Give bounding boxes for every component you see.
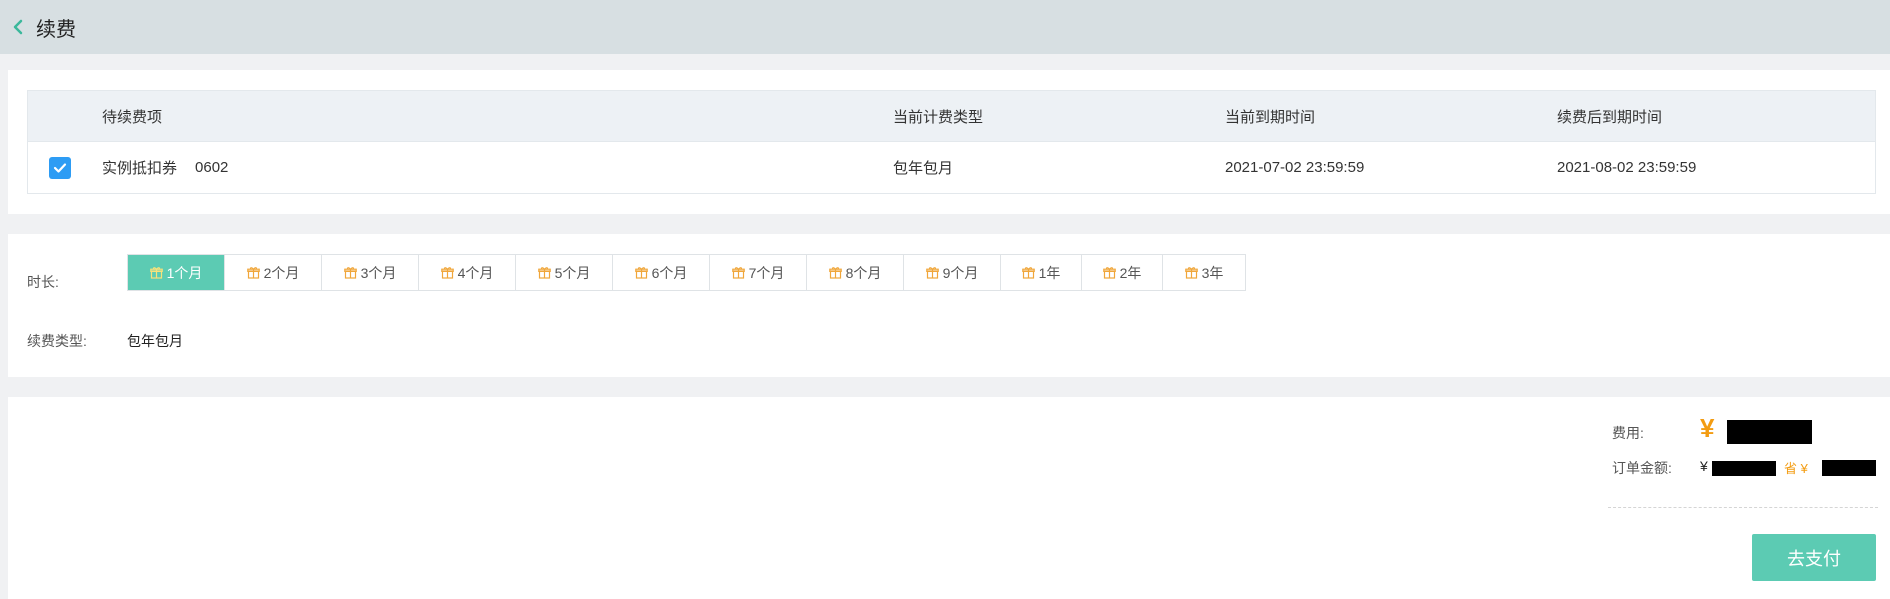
duration-option-label: 2年 — [1119, 264, 1142, 281]
gift-icon — [925, 266, 939, 279]
gift-icon — [1102, 266, 1116, 279]
duration-panel: 时长: 1个月 2个月 3个月 4个月 5个月 6个月 7个月 8个月 9个月 1年 2年 3年 续费… — [8, 234, 1890, 377]
item-name: 实例抵扣券 — [102, 160, 178, 177]
pay-button[interactable]: 去支付 — [1752, 534, 1876, 581]
gift-icon — [731, 266, 745, 279]
duration-option[interactable]: 2年 — [1082, 255, 1163, 290]
renewal-items-panel: 待续费项 当前计费类型 当前到期时间 续费后到期时间 实例抵扣券 0602 包年… — [8, 70, 1890, 214]
column-header-item: 待续费项 — [102, 108, 163, 126]
savings-text: 省 ¥ — [1784, 458, 1808, 477]
duration-option-label: 9个月 — [942, 264, 979, 281]
column-header-billing-type: 当前计费类型 — [893, 108, 984, 126]
fee-amount-redacted — [1727, 420, 1812, 444]
gift-icon — [1184, 266, 1198, 279]
order-amount-redacted — [1712, 461, 1776, 476]
savings-prefix: 省 ¥ — [1784, 461, 1808, 476]
divider — [1608, 507, 1878, 508]
duration-option-label: 2个月 — [263, 264, 300, 281]
duration-option-label: 1年 — [1038, 264, 1061, 281]
order-amount-label: 订单金额: — [1612, 460, 1672, 476]
duration-option[interactable]: 9个月 — [904, 255, 1001, 290]
current-expiry-cell: 2021-07-02 23:59:59 — [1225, 159, 1365, 176]
gift-icon — [537, 266, 551, 279]
duration-option[interactable]: 3年 — [1163, 255, 1245, 290]
duration-label: 时长: — [27, 274, 59, 290]
duration-option-label: 5个月 — [554, 264, 591, 281]
gift-icon — [440, 266, 454, 279]
fee-label: 费用: — [1612, 425, 1644, 441]
gift-icon — [246, 266, 260, 279]
duration-option[interactable]: 1个月 — [128, 255, 225, 290]
table-header: 待续费项 当前计费类型 当前到期时间 续费后到期时间 — [28, 91, 1875, 142]
duration-option-label: 8个月 — [845, 264, 882, 281]
duration-option[interactable]: 8个月 — [807, 255, 904, 290]
renew-type-label: 续费类型: — [27, 333, 87, 349]
payment-panel: 费用: ¥ 订单金额: ¥ 省 ¥ 去支付 — [8, 397, 1890, 599]
gift-icon — [828, 266, 842, 279]
duration-option[interactable]: 1年 — [1001, 255, 1082, 290]
duration-option[interactable]: 4个月 — [419, 255, 516, 290]
billing-type-cell: 包年包月 — [893, 160, 954, 177]
duration-option[interactable]: 3个月 — [322, 255, 419, 290]
gift-icon — [343, 266, 357, 279]
back-button[interactable] — [0, 0, 24, 54]
gift-icon — [149, 266, 163, 279]
renew-type-value: 包年包月 — [127, 333, 183, 349]
gift-icon — [634, 266, 648, 279]
column-header-current-expiry: 当前到期时间 — [1225, 108, 1316, 126]
duration-option[interactable]: 6个月 — [613, 255, 710, 290]
duration-option-label: 6个月 — [651, 264, 688, 281]
savings-amount-redacted — [1822, 460, 1876, 476]
duration-option[interactable]: 7个月 — [710, 255, 807, 290]
order-currency: ¥ — [1700, 458, 1708, 474]
duration-option[interactable]: 5个月 — [516, 255, 613, 290]
duration-option-label: 1个月 — [166, 264, 203, 281]
checkmark-icon — [53, 162, 67, 173]
chevron-left-icon — [13, 19, 23, 35]
duration-option-label: 4个月 — [457, 264, 494, 281]
new-expiry-cell: 2021-08-02 23:59:59 — [1557, 159, 1697, 176]
renewal-items-table: 待续费项 当前计费类型 当前到期时间 续费后到期时间 实例抵扣券 0602 包年… — [27, 90, 1876, 194]
page-title: 续费 — [36, 18, 76, 41]
duration-selector: 1个月 2个月 3个月 4个月 5个月 6个月 7个月 8个月 9个月 1年 2年 3年 — [127, 254, 1246, 291]
fee-currency: ¥ — [1700, 413, 1715, 443]
item-name-cell: 实例抵扣券 0602 — [102, 142, 228, 193]
duration-option-label: 7个月 — [748, 264, 785, 281]
duration-option-label: 3个月 — [360, 264, 397, 281]
duration-option[interactable]: 2个月 — [225, 255, 322, 290]
gift-icon — [1021, 266, 1035, 279]
column-header-new-expiry: 续费后到期时间 — [1557, 108, 1663, 126]
duration-option-label: 3年 — [1201, 264, 1224, 281]
table-row: 实例抵扣券 0602 包年包月 2021-07-02 23:59:59 2021… — [28, 142, 1875, 193]
page-header: 续费 — [0, 0, 1890, 54]
item-code: 0602 — [195, 159, 229, 176]
row-checkbox[interactable] — [49, 156, 71, 179]
